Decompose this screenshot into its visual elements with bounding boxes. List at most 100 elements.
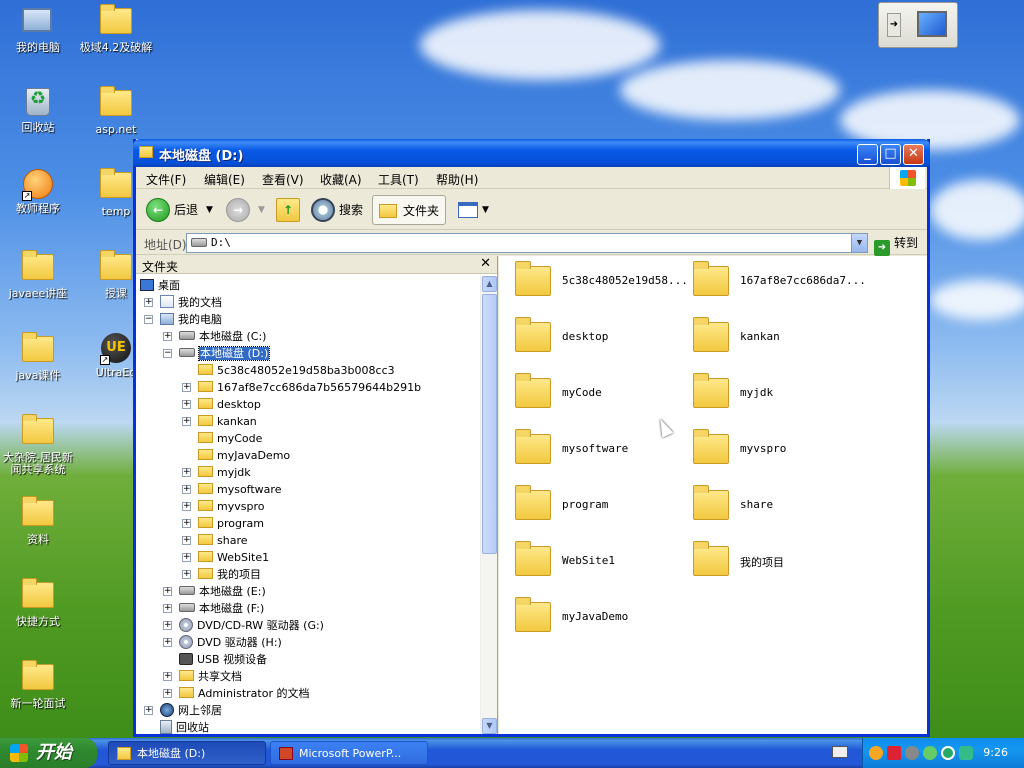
title-bar[interactable]: 本地磁盘 (D:) _ □ ✕: [133, 139, 930, 167]
scroll-thumb[interactable]: [482, 294, 497, 554]
expand-icon[interactable]: +: [182, 485, 191, 494]
tray-flag-icon[interactable]: [887, 746, 901, 760]
desktop-icon-folder[interactable]: java课件: [0, 332, 76, 382]
search-icon[interactable]: [311, 198, 335, 222]
expand-icon[interactable]: +: [163, 638, 172, 647]
desktop-widget[interactable]: ➜: [878, 2, 958, 48]
folder-item[interactable]: kankan: [683, 317, 858, 360]
tree-item-folder[interactable]: + myvspro: [182, 498, 264, 515]
expand-icon[interactable]: +: [163, 332, 172, 341]
folder-item[interactable]: 5c38c48052e19d58...: [505, 261, 688, 304]
start-button[interactable]: 开始: [0, 738, 97, 768]
menu-file[interactable]: 文件(F): [146, 171, 186, 188]
go-button[interactable]: ➜ 转到: [874, 234, 918, 256]
tree-item-drive-g[interactable]: + DVD/CD-RW 驱动器 (G:): [163, 617, 324, 634]
desktop-icon-my-computer[interactable]: 我的电脑: [0, 4, 76, 54]
address-input[interactable]: D:\ ▼: [186, 233, 868, 253]
tree-item-recycle-bin[interactable]: 回收站: [160, 719, 209, 734]
close-button[interactable]: ✕: [903, 144, 924, 165]
tree-item-drive-c[interactable]: + 本地磁盘 (C:): [163, 328, 266, 345]
expand-icon[interactable]: +: [182, 400, 191, 409]
desktop-icon-teacher-program[interactable]: ↗ 教师程序: [0, 168, 76, 215]
menu-tools[interactable]: 工具(T): [378, 171, 419, 188]
expand-icon[interactable]: +: [163, 604, 172, 613]
expand-icon[interactable]: +: [163, 621, 172, 630]
menu-view[interactable]: 查看(V): [262, 171, 304, 188]
tray-shield-icon[interactable]: [959, 746, 973, 760]
search-button[interactable]: 搜索: [339, 195, 363, 225]
tree-item-drive-e[interactable]: + 本地磁盘 (E:): [163, 583, 266, 600]
expand-icon[interactable]: +: [182, 536, 191, 545]
expand-icon[interactable]: +: [182, 553, 191, 562]
tree-item-drive-h[interactable]: + DVD 驱动器 (H:): [163, 634, 282, 651]
expand-icon[interactable]: +: [163, 689, 172, 698]
tree-item-my-documents[interactable]: + 我的文档: [144, 294, 222, 311]
taskbar-button-powerpoint[interactable]: Microsoft PowerP...: [270, 741, 428, 765]
tree-item-desktop[interactable]: 桌面: [140, 277, 180, 294]
minimize-button[interactable]: _: [857, 144, 878, 165]
desktop-icon-folder[interactable]: 大杂院-居民新闻共享系统: [0, 414, 76, 476]
scroll-up-button[interactable]: ▲: [482, 276, 497, 292]
back-dropdown-icon[interactable]: ▼: [206, 195, 213, 225]
folders-button[interactable]: 文件夹: [372, 195, 446, 225]
keyboard-icon[interactable]: [832, 746, 848, 758]
expand-icon[interactable]: +: [182, 383, 191, 392]
tree-item-folder[interactable]: + share: [182, 532, 248, 549]
desktop-icon-folder[interactable]: 极域4.2及破解: [78, 4, 154, 54]
desktop-icon-recycle-bin[interactable]: 回收站: [0, 86, 76, 134]
taskbar-button-explorer[interactable]: 本地磁盘 (D:): [108, 741, 266, 765]
desktop-icon-folder[interactable]: asp.net: [78, 86, 154, 136]
clock[interactable]: 9:26: [983, 746, 1008, 759]
tree-item-folder[interactable]: + desktop: [182, 396, 261, 413]
expand-icon[interactable]: +: [182, 417, 191, 426]
expand-icon[interactable]: +: [182, 570, 191, 579]
collapse-icon[interactable]: −: [144, 315, 153, 324]
address-dropdown-button[interactable]: ▼: [851, 234, 867, 252]
tray-update-icon[interactable]: [941, 746, 955, 760]
tree-item-folder[interactable]: 5c38c48052e19d58ba3b008cc3: [198, 362, 395, 379]
folder-item[interactable]: myCode: [505, 373, 680, 416]
folder-item[interactable]: 我的项目: [683, 541, 858, 584]
tree-scrollbar[interactable]: ▲ ▼: [480, 276, 497, 734]
tree-item-folder[interactable]: myJavaDemo: [198, 447, 290, 464]
back-button[interactable]: 后退: [174, 195, 198, 225]
folder-item[interactable]: desktop: [505, 317, 680, 360]
tree-item-folder[interactable]: + program: [182, 515, 264, 532]
tree-item-my-computer[interactable]: − 我的电脑: [144, 311, 222, 328]
expand-icon[interactable]: +: [144, 706, 153, 715]
desktop-icon-folder[interactable]: 新一轮面试: [0, 660, 76, 710]
folder-item[interactable]: WebSite1: [505, 541, 680, 584]
desktop-icon-folder[interactable]: javaee讲座: [0, 250, 76, 300]
tree-item-drive-d[interactable]: − 本地磁盘 (D:): [163, 345, 271, 362]
folder-item[interactable]: mysoftware: [505, 429, 680, 472]
tree-item-folder[interactable]: + kankan: [182, 413, 257, 430]
expand-icon[interactable]: +: [182, 468, 191, 477]
folder-item[interactable]: program: [505, 485, 680, 528]
tree-item-admin-documents[interactable]: + Administrator 的文档: [163, 685, 309, 702]
tree-item-folder[interactable]: + myjdk: [182, 464, 251, 481]
collapse-icon[interactable]: −: [163, 349, 172, 358]
tree-item-shared-documents[interactable]: + 共享文档: [163, 668, 242, 685]
desktop-icon-folder[interactable]: 快捷方式: [0, 578, 76, 628]
folder-item[interactable]: myjdk: [683, 373, 858, 416]
views-button[interactable]: ▼: [456, 195, 492, 225]
folder-item[interactable]: myvspro: [683, 429, 858, 472]
expand-icon[interactable]: +: [182, 502, 191, 511]
tree-item-folder[interactable]: + mysoftware: [182, 481, 281, 498]
maximize-button[interactable]: □: [880, 144, 901, 165]
up-folder-button[interactable]: ↑: [276, 198, 300, 222]
tree-item-usb-video[interactable]: USB 视频设备: [179, 651, 267, 668]
menu-favorites[interactable]: 收藏(A): [320, 171, 362, 188]
desktop-icon-folder[interactable]: 资料: [0, 496, 76, 546]
folder-item[interactable]: myJavaDemo: [505, 597, 680, 640]
tree-item-folder[interactable]: myCode: [198, 430, 262, 447]
tray-app-icon[interactable]: [869, 746, 883, 760]
tray-network-icon[interactable]: [923, 746, 937, 760]
tree-item-folder[interactable]: + 我的项目: [182, 566, 261, 583]
expand-icon[interactable]: +: [144, 298, 153, 307]
tree-item-network-places[interactable]: + 网上邻居: [144, 702, 222, 719]
forward-button[interactable]: →: [226, 198, 250, 222]
close-pane-button[interactable]: ✕: [480, 256, 491, 271]
expand-icon[interactable]: +: [163, 587, 172, 596]
scroll-down-button[interactable]: ▼: [482, 718, 497, 734]
